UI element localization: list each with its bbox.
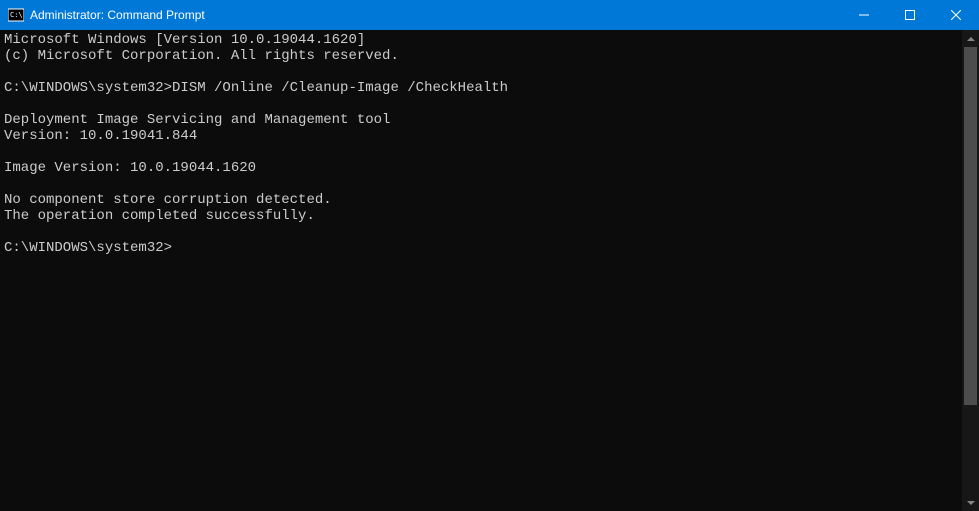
scrollbar-down-arrow-icon[interactable]	[962, 494, 979, 511]
terminal-line: C:\WINDOWS\system32>	[4, 240, 958, 256]
terminal-cursor	[172, 242, 180, 256]
titlebar[interactable]: C:\ Administrator: Command Prompt	[0, 0, 979, 30]
maximize-button[interactable]	[887, 0, 933, 30]
window-controls	[841, 0, 979, 30]
terminal-line: C:\WINDOWS\system32>DISM /Online /Cleanu…	[4, 80, 958, 96]
terminal-line: Microsoft Windows [Version 10.0.19044.16…	[4, 32, 958, 48]
terminal-content[interactable]: Microsoft Windows [Version 10.0.19044.16…	[0, 30, 962, 511]
terminal-line: Image Version: 10.0.19044.1620	[4, 160, 958, 176]
scrollbar-up-arrow-icon[interactable]	[962, 30, 979, 47]
scrollbar-thumb[interactable]	[964, 47, 977, 405]
terminal-line: The operation completed successfully.	[4, 208, 958, 224]
svg-text:C:\: C:\	[10, 11, 23, 19]
terminal-area: Microsoft Windows [Version 10.0.19044.16…	[0, 30, 979, 511]
terminal-line	[4, 144, 958, 160]
scrollbar[interactable]	[962, 30, 979, 511]
terminal-line	[4, 224, 958, 240]
window-title: Administrator: Command Prompt	[30, 8, 841, 22]
minimize-button[interactable]	[841, 0, 887, 30]
terminal-line	[4, 64, 958, 80]
terminal-line	[4, 176, 958, 192]
cmd-icon: C:\	[8, 7, 24, 23]
terminal-line: (c) Microsoft Corporation. All rights re…	[4, 48, 958, 64]
scrollbar-track[interactable]	[962, 47, 979, 494]
terminal-line	[4, 96, 958, 112]
terminal-line: Deployment Image Servicing and Managemen…	[4, 112, 958, 128]
terminal-line: Version: 10.0.19041.844	[4, 128, 958, 144]
terminal-line: No component store corruption detected.	[4, 192, 958, 208]
close-button[interactable]	[933, 0, 979, 30]
